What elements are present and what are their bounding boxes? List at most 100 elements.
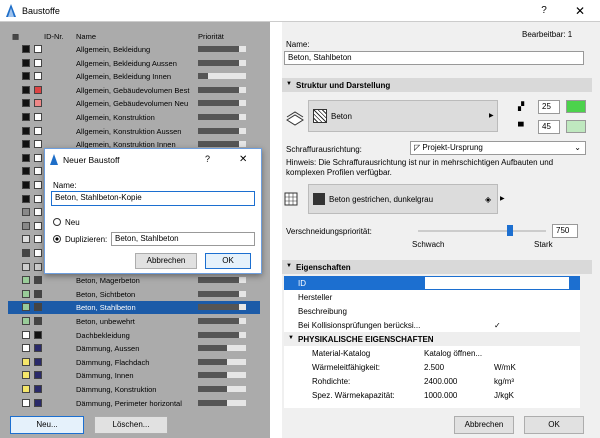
priority-fill [198,59,239,66]
priority-fill [198,290,239,297]
properties-table[interactable]: ID Hersteller Beschreibung Bei Kollisionspr… [284,276,580,408]
list-item[interactable]: Beton, Sichtbeton [8,288,260,301]
color-swatch [34,194,42,203]
list-item-name: Allgemein, Bekleidung [76,45,151,54]
list-item[interactable]: Beton, unbewehrt [8,315,260,328]
dialog-name-input[interactable]: Beton, Stahlbeton-Kopie [51,191,255,206]
list-item[interactable]: Allgemein, Konstruktion [8,111,260,124]
delete-button[interactable]: Löschen... [94,416,168,434]
hatch-swatch [22,208,30,217]
orient-select[interactable]: ◸ Projekt-Ursprung ⌄ [410,141,586,155]
cancel-button[interactable]: Abbrechen [454,416,514,434]
hatch-swatch-icon [313,109,327,123]
property-key: Material-Katalog [312,349,371,358]
ok-button[interactable]: OK [524,416,584,434]
list-item-name: Beton, Stahlbeton [76,303,136,313]
col-id-header[interactable]: ID-Nr. [44,32,64,41]
section-structure[interactable]: ▼ Struktur und Darstellung [282,78,592,92]
list-item-name: Allgemein, Konstruktion [76,113,155,122]
color-swatch [34,140,42,149]
orient-hint: Hinweis: Die Schraffurausrichtung ist nu… [286,158,554,177]
id-input[interactable] [424,276,570,290]
radio-new[interactable] [53,218,61,226]
hatch-swatch [22,235,30,244]
view-mode-icon[interactable]: ▦ [12,32,19,41]
hatch-swatch [22,85,30,94]
list-item[interactable]: Dämmung, Aussen [8,342,260,355]
property-row[interactable]: Spez. Wärmekapazität: 1000.000 J/kgK [284,388,580,402]
name-input[interactable]: Beton, Stahlbeton [284,51,584,65]
chevron-right-icon: ▶ [489,113,494,119]
property-row[interactable]: Material-Katalog Katalog öffnen... [284,346,580,360]
list-item[interactable]: Dämmung, Flachdach [8,356,260,369]
col-priority-header[interactable]: Priorität [198,32,224,41]
color-swatch [34,99,42,108]
list-item[interactable]: Dämmung, Perimeter horizontal [8,397,260,410]
list-item[interactable]: Allgemein, Bekleidung Aussen [8,57,260,70]
priority-input[interactable]: 750 [552,224,578,238]
property-row[interactable]: ID [284,276,580,290]
dialog-close-button[interactable]: ✕ [239,154,247,165]
list-item-name: Allgemein, Bekleidung Aussen [76,58,177,68]
priority-bar [198,86,246,93]
pen2-color[interactable] [566,120,586,133]
list-item[interactable]: Dämmung, Konstruktion [8,383,260,396]
hatch-swatch [22,58,30,67]
dialog-help-button[interactable]: ? [205,154,210,164]
property-row[interactable]: Wärmeleitfähigkeit: 2.500 W/mK [284,360,580,374]
property-value: 2400.000 [424,377,458,386]
color-swatch [34,371,42,380]
color-swatch [34,126,42,135]
radio-duplicate[interactable] [53,235,61,243]
property-row[interactable]: Hersteller [284,290,580,304]
dialog-ok-button[interactable]: OK [205,253,251,269]
color-swatch [34,221,42,230]
hatch-swatch [22,221,30,230]
slider-knob[interactable] [507,225,514,236]
list-item[interactable]: Allgemein, Konstruktion Aussen [8,125,260,138]
color-swatch [34,289,42,298]
duplicate-source: Beton, Stahlbeton [111,232,255,246]
property-value: Katalog öffnen... [424,349,483,358]
dialog-cancel-button[interactable]: Abbrechen [135,253,197,269]
color-swatch [34,303,42,312]
pen1-input[interactable]: 25 [538,100,560,114]
pen1-color[interactable] [566,100,586,113]
list-item[interactable]: Dämmung, Innen [8,369,260,382]
hatch-selector[interactable]: Beton ▶ [308,100,498,132]
hatch-swatch [22,126,30,135]
property-row[interactable]: Bei Kollisionsprüfungen berücksi... ✓ [284,318,580,332]
list-item[interactable]: Allgemein, Gebäudevolumen Neu [8,97,260,110]
pen2-input[interactable]: 45 [538,120,560,134]
hatch-swatch [22,317,30,325]
list-item[interactable]: Dachbekleidung [8,329,260,342]
priority-bar [198,358,246,365]
new-button[interactable]: Neu... [10,416,84,434]
help-button[interactable]: ? [536,3,552,19]
surface-selector[interactable]: Beton gestrichen, dunkelgrau ◈ [308,184,498,214]
list-item[interactable]: Allgemein, Bekleidung Innen [8,70,260,83]
physical-properties-header[interactable]: ▼ PHYSIKALISCHE EIGENSCHAFTEN [284,332,580,346]
priority-fill [198,141,239,148]
property-key: Bei Kollisionsprüfungen berücksi... [298,321,421,330]
priority-bar [198,290,246,297]
property-row[interactable]: Rohdichte: 2400.000 kg/m³ [284,374,580,388]
list-item[interactable]: Beton, Stahlbeton [8,301,260,315]
property-row[interactable]: Beschreibung [284,304,580,318]
color-swatch [34,58,42,67]
list-item[interactable]: Beton, Magerbeton [8,274,260,287]
color-swatch [34,45,42,53]
close-button[interactable]: ✕ [572,3,588,19]
color-swatch [34,85,42,94]
priority-bar [198,277,246,284]
list-item[interactable]: Allgemein, Bekleidung [8,43,260,56]
hatch-swatch [22,357,30,366]
surface-swatch [313,193,325,205]
priority-slider[interactable] [418,225,546,236]
priority-bar [198,331,246,338]
col-name-header[interactable]: Name [76,32,96,41]
list-item[interactable]: Allgemein, Gebäudevolumen Best [8,84,260,97]
priority-bar [198,141,246,148]
section-properties[interactable]: ▼ Eigenschaften [282,260,592,274]
editable-count: Bearbeitbar: 1 [522,30,573,39]
